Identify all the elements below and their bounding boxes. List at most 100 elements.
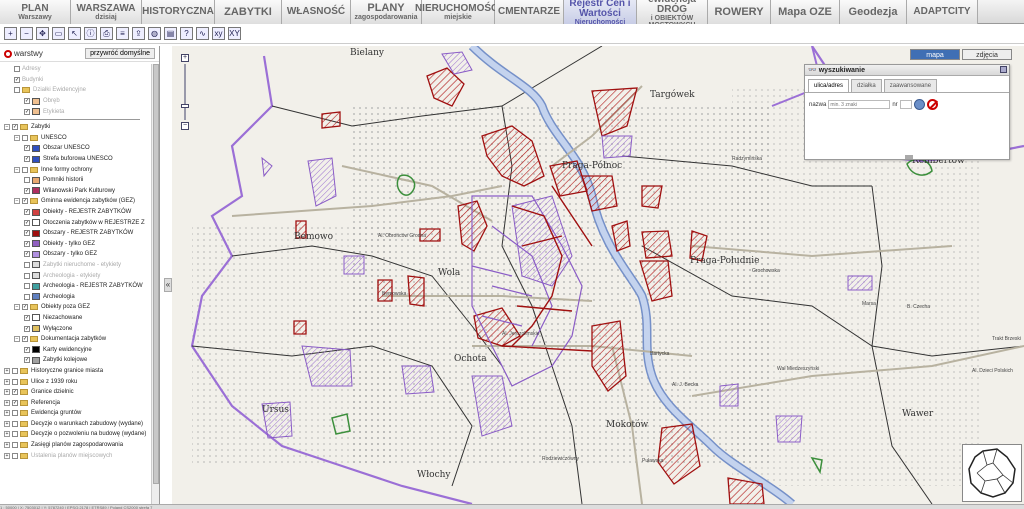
zoom-slider-handle[interactable] — [181, 104, 189, 108]
layer-item[interactable]: + Ulice z 1939 roku — [0, 376, 150, 387]
expand-toggle-icon[interactable]: + — [4, 410, 10, 417]
scrollbar-thumb[interactable] — [153, 64, 159, 484]
nav-tab[interactable]: PLAN Warszawy — [0, 0, 71, 24]
layer-item[interactable]: − Zabytki — [0, 122, 150, 133]
layer-tree-scrollbar[interactable] — [151, 64, 159, 507]
layer-checkbox[interactable] — [14, 66, 20, 73]
layer-item[interactable]: + Granice dzielnic — [0, 387, 150, 398]
layer-checkbox[interactable] — [12, 367, 18, 374]
zoom-in-button[interactable]: + — [181, 54, 189, 62]
layer-checkbox[interactable] — [24, 251, 30, 258]
layer-checkbox[interactable] — [24, 346, 30, 353]
layer-item[interactable]: − Dokumentacja zabytków — [0, 334, 150, 345]
select-icon[interactable]: ↖ — [68, 27, 81, 40]
info-icon[interactable]: ⓘ — [84, 27, 97, 40]
layer-item[interactable]: + Decyzje o pozwoleniu na budowę (wydane) — [0, 429, 150, 440]
pan-icon[interactable]: ✥ — [36, 27, 49, 40]
layer-item[interactable]: − Gminna ewidencja zabytków (GEZ) — [0, 196, 150, 207]
expand-toggle-icon[interactable]: + — [4, 378, 10, 385]
layer-checkbox[interactable] — [24, 314, 30, 321]
layer-checkbox[interactable] — [22, 304, 28, 311]
layer-checkbox[interactable] — [24, 357, 30, 364]
nav-tab[interactable]: ewidencja DRÓGi OBIEKTÓW MOSTOWYCH — [637, 0, 708, 29]
layer-checkbox[interactable] — [12, 431, 18, 438]
expand-toggle-icon[interactable]: + — [4, 442, 10, 449]
layer-item[interactable]: + Decyzje o warunkach zabudowy (wydane) — [0, 419, 150, 430]
layer-checkbox[interactable] — [12, 124, 18, 131]
layer-item[interactable]: + Zasięgi planów zagospodarowania — [0, 440, 150, 451]
layer-item[interactable]: Obszary - tylko GEZ — [0, 249, 150, 260]
globe-icon[interactable]: ◍ — [148, 27, 161, 40]
expand-toggle-icon[interactable]: + — [4, 399, 10, 406]
expand-toggle-icon[interactable]: + — [4, 452, 10, 459]
nav-tab[interactable]: ADAPTCITY — [907, 0, 978, 24]
expand-toggle-icon[interactable]: + — [4, 389, 10, 396]
layer-item[interactable]: Archeologia - etykiety — [0, 270, 150, 281]
street-name-input[interactable] — [828, 100, 891, 109]
clear-search-icon[interactable] — [926, 99, 938, 110]
layer-item[interactable]: Obszary - REJESTR ZABYTKÓW — [0, 228, 150, 239]
nav-tab[interactable]: WŁASNOŚĆ — [282, 0, 351, 24]
layer-item[interactable]: Archeologia - REJESTR ZABYTKÓW — [0, 281, 150, 292]
search-tab[interactable]: ulica/adres — [808, 79, 850, 92]
layer-item[interactable]: Pomniki historii — [0, 175, 150, 186]
map-type-map-button[interactable]: mapa — [910, 49, 960, 60]
nav-tab[interactable]: WARSZAWA dzisiaj — [71, 0, 142, 24]
layer-checkbox[interactable] — [12, 399, 18, 406]
layer-checkbox[interactable] — [12, 442, 18, 449]
layer-checkbox[interactable] — [24, 283, 30, 290]
layer-checkbox[interactable] — [24, 261, 30, 268]
layer-checkbox[interactable] — [22, 336, 28, 343]
layer-item[interactable]: − Obiekty poza GEZ — [0, 302, 150, 313]
layer-item[interactable]: Obiekty - tylko GEZ — [0, 239, 150, 250]
nav-tab[interactable]: CMENTARZE — [495, 0, 564, 24]
expand-toggle-icon[interactable]: − — [14, 166, 20, 173]
nav-tab[interactable]: NIERUCHOMOŚCI miejskie — [415, 0, 501, 24]
legend-icon[interactable]: ≡ — [116, 27, 129, 40]
layer-checkbox[interactable] — [24, 156, 30, 163]
layer-item[interactable]: Otoczenia zabytków w REJESTRZE Z — [0, 217, 150, 228]
zoom-box-icon[interactable]: ▭ — [52, 27, 65, 40]
expand-toggle-icon[interactable]: − — [14, 198, 20, 205]
search-go-icon[interactable] — [913, 99, 925, 110]
print-icon[interactable]: ⎙ — [100, 27, 113, 40]
house-number-input[interactable] — [899, 100, 912, 109]
layer-item[interactable]: Zabytki nieruchome - etykiety — [0, 260, 150, 271]
zoom-out-icon[interactable]: − — [20, 27, 33, 40]
layer-item[interactable]: Archeologia — [0, 291, 150, 302]
zoom-out-button[interactable]: − — [181, 122, 189, 130]
expand-toggle-icon[interactable]: − — [14, 336, 20, 343]
layer-item[interactable]: Obszar UNESCO — [0, 143, 150, 154]
layer-checkbox[interactable] — [24, 325, 30, 332]
layer-checkbox[interactable] — [24, 272, 30, 279]
layer-checkbox[interactable] — [12, 420, 18, 427]
nav-tab[interactable]: PLANY zagospodarowania — [351, 0, 422, 24]
nav-tab[interactable]: ROWERY — [708, 0, 771, 24]
layer-item[interactable]: + Referencja — [0, 397, 150, 408]
layer-item[interactable]: Obręb — [0, 96, 150, 107]
chart-icon[interactable]: ∿ — [196, 27, 209, 40]
map-type-photo-button[interactable]: zdjęcia — [962, 49, 1012, 60]
measure-icon[interactable]: ▤ — [164, 27, 177, 40]
zoom-slider[interactable] — [181, 64, 189, 120]
layer-checkbox[interactable] — [22, 166, 28, 173]
layer-checkbox[interactable] — [24, 177, 30, 184]
help-icon[interactable]: ? — [180, 27, 193, 40]
layer-checkbox[interactable] — [24, 108, 30, 115]
layer-item[interactable]: Wyłączone — [0, 323, 150, 334]
expand-toggle-icon[interactable]: − — [14, 304, 20, 311]
layer-checkbox[interactable] — [24, 293, 30, 300]
layer-item[interactable]: − Inne formy ochrony — [0, 164, 150, 175]
expand-toggle-icon[interactable]: + — [4, 431, 10, 438]
layer-checkbox[interactable] — [24, 98, 30, 105]
layer-checkbox[interactable] — [24, 209, 30, 216]
layer-checkbox[interactable] — [22, 134, 28, 141]
layer-checkbox[interactable] — [24, 145, 30, 152]
reset-default-button[interactable]: przywróć domyślne — [85, 48, 155, 59]
layer-item[interactable]: + Historyczne granice miasta — [0, 366, 150, 377]
layer-checkbox[interactable] — [14, 87, 20, 94]
layer-checkbox[interactable] — [14, 76, 20, 83]
layer-item[interactable]: − UNESCO — [0, 133, 150, 144]
nav-tab[interactable]: HISTORYCZNA — [142, 0, 215, 24]
expand-toggle-icon[interactable]: − — [14, 134, 20, 141]
